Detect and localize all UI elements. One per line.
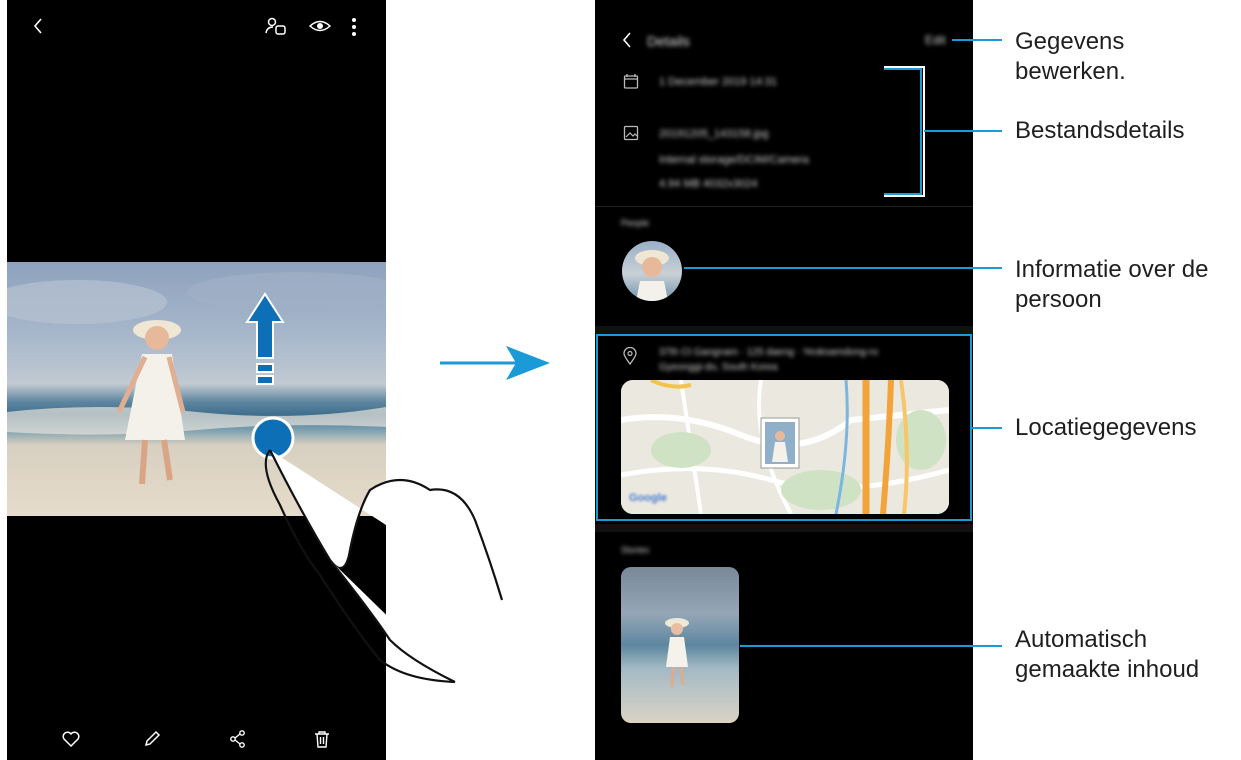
annotation-auto-content: Automatisch gemaakte inhoud	[1015, 626, 1200, 683]
annotation-file-details: Bestandsdetails	[1015, 117, 1185, 144]
annotation-edit-details: Gegevens bewerken.	[1015, 28, 1126, 85]
annotation-location: Locatiegegevens	[1015, 414, 1197, 441]
annotation-person-info: Informatie over de persoon	[1015, 256, 1209, 313]
